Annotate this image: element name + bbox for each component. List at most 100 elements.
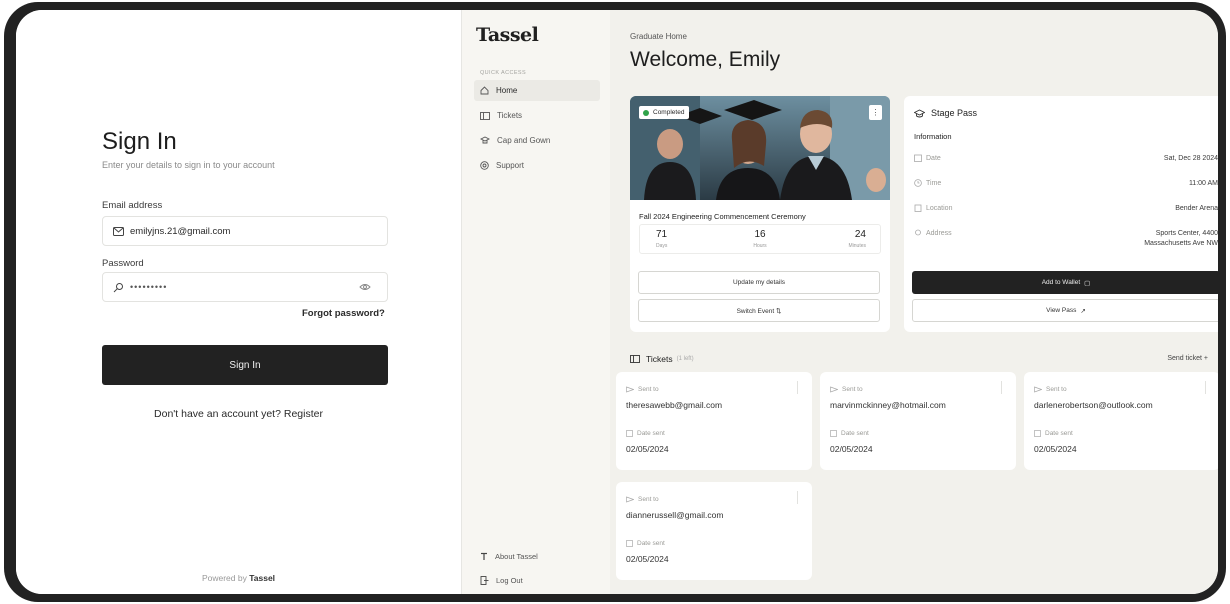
more-options-icon[interactable] xyxy=(797,381,800,394)
signin-panel: Sign In Enter your details to sign in to… xyxy=(16,10,462,594)
more-options-icon[interactable] xyxy=(797,491,800,504)
sent-to-label: Sent to xyxy=(626,496,659,503)
status-dot xyxy=(643,109,649,116)
app-screen: Sign In Enter your details to sign in to… xyxy=(16,10,1218,594)
eye-icon[interactable] xyxy=(359,283,371,291)
signin-subtitle: Enter your details to sign in to your ac… xyxy=(102,160,275,170)
ticket-recipient: theresawebb@gmail.com xyxy=(626,400,723,410)
quick-access-label: QUICK ACCESS xyxy=(480,70,527,76)
ticket-date: 02/05/2024 xyxy=(1034,444,1077,454)
ticket-card[interactable]: Sent to darlenerobertson@outlook.com Dat… xyxy=(1024,372,1218,470)
tassel-logo[interactable]: Tassel xyxy=(476,24,539,46)
countdown-hours: 16 Hours xyxy=(720,225,800,253)
add-to-wallet-button[interactable]: Add to Wallet ▢ xyxy=(912,271,1218,294)
update-details-button[interactable]: Update my details xyxy=(638,271,880,294)
info-key: Date xyxy=(914,154,941,162)
about-tassel-link[interactable]: About Tassel xyxy=(480,552,538,561)
info-value: 11:00 AM xyxy=(1188,180,1218,187)
ticket-recipient: marvinmckinney@hotmail.com xyxy=(830,400,946,410)
sent-to-text: Sent to xyxy=(638,386,659,393)
countdown-value: 71 xyxy=(656,229,668,240)
tassel-icon xyxy=(481,552,487,560)
password-field[interactable]: ••••••••• xyxy=(102,272,388,302)
info-value: Sports Center, 4400 Massachusetts Ave NW xyxy=(1144,230,1218,247)
event-title: Fall 2024 Engineering Commencement Cerem… xyxy=(639,212,806,221)
logout-icon xyxy=(480,576,489,585)
sent-to-text: Sent to xyxy=(638,496,659,503)
switch-event-button[interactable]: Switch Event ⇅ xyxy=(638,299,880,322)
view-pass-button[interactable]: View Pass ↗ xyxy=(912,299,1218,322)
more-options-icon[interactable]: ⋮ xyxy=(869,105,882,120)
countdown-unit: Days xyxy=(656,243,668,249)
info-key-label: Location xyxy=(926,204,953,212)
password-value: ••••••••• xyxy=(130,282,168,292)
ticket-card[interactable]: Sent to diannerussell@gmail.com Date sen… xyxy=(616,482,812,580)
stage-pass-card: Stage Pass Information Date Sat, Dec 28 … xyxy=(904,96,1218,332)
calendar-icon xyxy=(830,430,837,437)
password-label: Password xyxy=(102,258,144,269)
device-frame: Sign In Enter your details to sign in to… xyxy=(4,2,1226,602)
home-icon xyxy=(480,86,489,95)
powered-by: Powered by Tassel xyxy=(16,573,461,583)
signin-button[interactable]: Sign In xyxy=(102,345,388,385)
calendar-icon xyxy=(914,154,922,162)
info-key-label: Time xyxy=(926,179,942,187)
main-content: Graduate Home Welcome, Emily Completed ⋮… xyxy=(610,10,1218,594)
sidebar-item-label: Tickets xyxy=(497,111,523,120)
logout-label: Log Out xyxy=(496,576,523,585)
forgot-password-link[interactable]: Forgot password? xyxy=(302,308,385,319)
gown-icon xyxy=(480,136,490,144)
date-sent-text: Date sent xyxy=(841,430,869,437)
ticket-card[interactable]: Sent to theresawebb@gmail.com Date sent … xyxy=(616,372,812,470)
sidebar-item-label: Cap and Gown xyxy=(497,136,551,145)
wallet-icon: ▢ xyxy=(1084,279,1091,287)
ticket-icon xyxy=(630,355,640,363)
sent-to-text: Sent to xyxy=(842,386,863,393)
pin-icon xyxy=(915,229,921,236)
info-value: Sat, Dec 28 2024 xyxy=(1163,155,1218,162)
sent-to-label: Sent to xyxy=(830,386,863,393)
date-sent-label: Date sent xyxy=(1034,430,1073,437)
add-to-wallet-label: Add to Wallet xyxy=(1041,279,1081,286)
info-key: Address xyxy=(914,229,952,237)
graduation-cap-icon xyxy=(914,108,925,117)
breadcrumb: Graduate Home xyxy=(630,32,687,41)
clock-icon xyxy=(914,179,922,187)
logout-link[interactable]: Log Out xyxy=(480,576,523,585)
ticket-date: 02/05/2024 xyxy=(626,444,669,454)
badge-label: Completed xyxy=(653,109,685,116)
date-sent-text: Date sent xyxy=(637,540,665,547)
stage-pass-label: Stage Pass xyxy=(931,108,978,118)
email-field[interactable]: emilyjns.21@gmail.com xyxy=(102,216,388,246)
ticket-card[interactable]: Sent to marvinmckinney@hotmail.com Date … xyxy=(820,372,1016,470)
ticket-recipient: diannerussell@gmail.com xyxy=(626,510,724,520)
send-icon xyxy=(626,386,634,393)
more-options-icon[interactable] xyxy=(1205,381,1208,394)
sidebar-item-cap-and-gown[interactable]: Cap and Gown xyxy=(474,130,600,151)
send-ticket-link[interactable]: Send ticket + xyxy=(1167,355,1208,362)
mail-icon xyxy=(113,226,124,236)
register-link[interactable]: Don't have an account yet? Register xyxy=(16,408,461,420)
date-sent-label: Date sent xyxy=(626,540,665,547)
countdown-minutes: 24 Minutes xyxy=(800,225,880,253)
about-tassel-label: About Tassel xyxy=(495,552,538,561)
email-label: Email address xyxy=(102,200,163,211)
countdown-unit: Hours xyxy=(753,243,767,249)
send-icon xyxy=(830,386,838,393)
more-options-icon[interactable] xyxy=(1001,381,1004,394)
countdown-days: 71 Days xyxy=(640,225,720,253)
sidebar: Tassel QUICK ACCESS Home Tickets Cap and… xyxy=(462,10,610,594)
date-sent-label: Date sent xyxy=(830,430,869,437)
countdown-unit: Minutes xyxy=(848,243,866,249)
information-heading: Information xyxy=(914,132,952,141)
sidebar-item-support[interactable]: Support xyxy=(474,155,600,176)
countdown-value: 24 xyxy=(854,229,866,240)
info-value: Bender Arena xyxy=(1175,205,1218,212)
stage-pass-title: Stage Pass xyxy=(914,108,977,118)
sidebar-item-tickets[interactable]: Tickets xyxy=(474,105,600,126)
sidebar-item-home[interactable]: Home xyxy=(474,80,600,101)
sidebar-item-label: Home xyxy=(496,86,518,95)
event-card: Completed ⋮ Fall 2024 Engineering Commen… xyxy=(630,96,890,332)
info-key: Time xyxy=(914,179,941,187)
info-key-label: Address xyxy=(926,229,952,237)
